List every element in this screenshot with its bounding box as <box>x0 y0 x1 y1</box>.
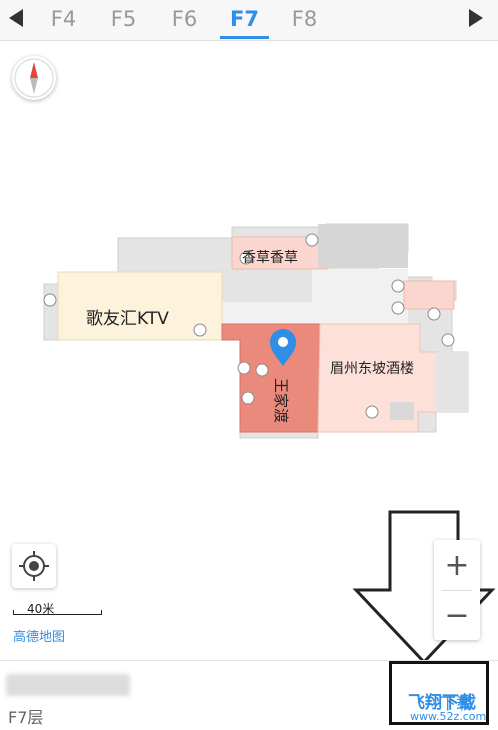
store-label-xiangcao: 香草香草 <box>242 250 298 266</box>
prev-floor-arrow-icon[interactable] <box>2 0 30 36</box>
floor-tab-f7[interactable]: F7 <box>217 0 272 39</box>
my-location-button[interactable] <box>12 544 56 588</box>
floor-tab-f5[interactable]: F5 <box>96 0 151 38</box>
floor-tab-f4[interactable]: F4 <box>36 0 91 38</box>
floor-selector-bar: F4 F5 F6 F7 F8 <box>0 0 498 41</box>
zoom-out-button[interactable]: − <box>434 590 480 640</box>
store-label-meizhou: 眉州东坡酒楼 <box>330 361 414 377</box>
map-brand-logo: 高德地图 <box>13 630 66 645</box>
store-label-ktv: 歌友汇KTV <box>86 309 169 329</box>
indoor-map[interactable] <box>0 42 498 662</box>
store-label-wangjia: 王家渡 <box>272 378 290 424</box>
zoom-control: + − <box>434 540 480 640</box>
scale-bar <box>13 610 102 615</box>
floor-tab-f6[interactable]: F6 <box>157 0 212 38</box>
zoom-in-button[interactable]: + <box>434 540 480 590</box>
watermark-url: www.52z.com <box>410 710 487 723</box>
poi-name-blurred <box>6 674 130 696</box>
compass-icon[interactable] <box>12 56 56 100</box>
floor-tab-f8[interactable]: F8 <box>277 0 332 38</box>
floor-text: F7层 <box>8 708 44 727</box>
next-floor-arrow-icon[interactable] <box>462 0 490 36</box>
small-shop-area <box>403 280 455 310</box>
locate-icon <box>19 551 49 581</box>
